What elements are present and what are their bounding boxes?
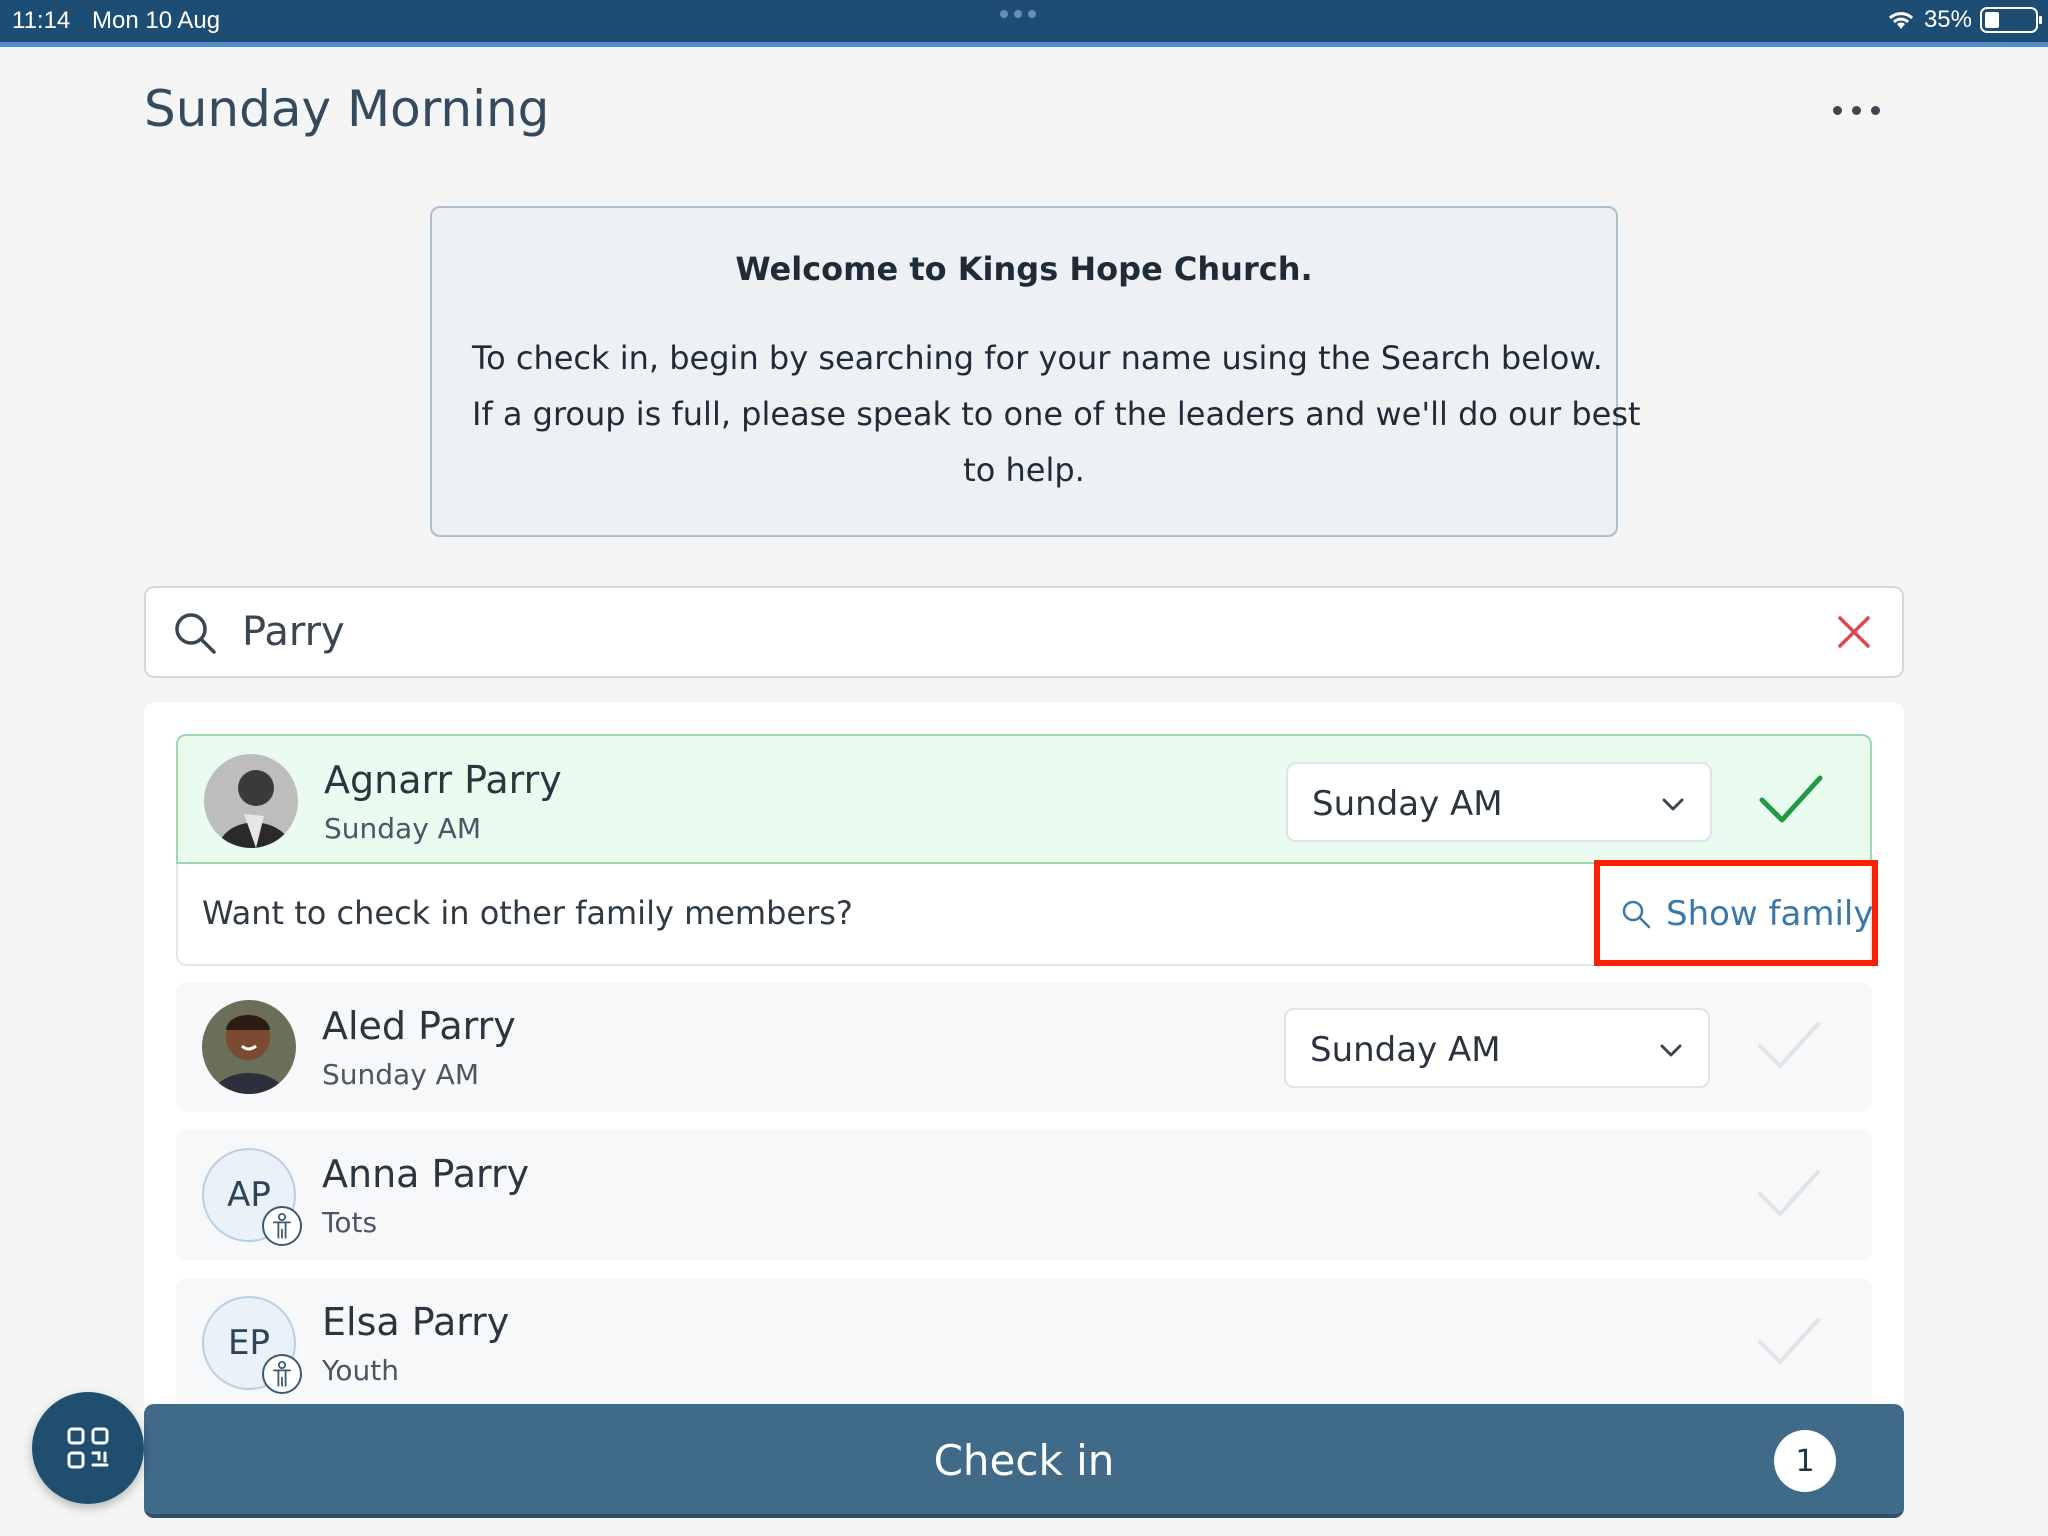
welcome-line: To check in, begin by searching for your…: [472, 339, 1603, 377]
qr-scan-button[interactable]: [32, 1392, 144, 1504]
battery-percent: 35%: [1923, 6, 1972, 33]
welcome-line: to help.: [963, 451, 1085, 489]
person-name: Elsa Parry: [322, 1300, 510, 1344]
person-row-anna-parry[interactable]: AP Anna Parry Tots: [176, 1130, 1872, 1260]
group-select-value: Sunday AM: [1312, 784, 1503, 824]
chevron-down-icon: [1662, 798, 1684, 811]
status-time: 11:14: [12, 7, 71, 34]
check-icon[interactable]: [1758, 772, 1824, 828]
avatar: AP: [202, 1148, 302, 1246]
group-select[interactable]: Sunday AM: [1284, 1008, 1710, 1088]
person-row-agnarr-parry[interactable]: Agnarr Parry Sunday AM Sunday AM: [176, 734, 1872, 864]
person-name: Anna Parry: [322, 1152, 530, 1196]
welcome-line: If a group is full, please speak to one …: [472, 395, 1641, 433]
person-group: Tots: [322, 1206, 378, 1239]
close-icon[interactable]: [1834, 612, 1874, 652]
check-icon[interactable]: [1756, 1018, 1822, 1074]
person-group: Sunday AM: [322, 1058, 479, 1091]
person-group: Sunday AM: [324, 812, 481, 845]
multitasking-dots-icon[interactable]: [1000, 10, 1036, 18]
status-accent-line: [0, 42, 2048, 47]
person-row-aled-parry[interactable]: Aled Parry Sunday AM Sunday AM: [176, 982, 1872, 1112]
show-family-button[interactable]: Show family: [1594, 860, 1878, 966]
child-icon: [262, 1354, 302, 1394]
avatar: [204, 754, 298, 848]
search-box[interactable]: [144, 586, 1904, 678]
welcome-card: Welcome to Kings Hope Church. To check i…: [430, 206, 1641, 537]
family-prompt-text: Want to check in other family members?: [202, 894, 853, 932]
check-in-button[interactable]: Check in 1: [144, 1404, 1904, 1518]
search-icon: [175, 613, 216, 654]
page-title: Sunday Morning: [144, 80, 550, 138]
person-name: Aled Parry: [322, 1004, 516, 1048]
welcome-body: To check in, begin by searching for your…: [432, 330, 1641, 498]
search-input[interactable]: [242, 602, 1742, 662]
person-name: Agnarr Parry: [324, 758, 562, 802]
results-panel: Agnarr Parry Sunday AM Sunday AM Want to…: [144, 702, 1904, 1462]
welcome-title: Welcome to Kings Hope Church.: [735, 250, 1313, 288]
status-date: Mon 10 Aug: [92, 7, 221, 34]
wifi-icon: [1888, 12, 1913, 29]
check-in-label: Check in: [933, 1436, 1115, 1485]
search-icon: [1622, 900, 1651, 929]
group-select-value: Sunday AM: [1310, 1030, 1501, 1070]
child-icon: [262, 1206, 302, 1246]
battery-icon: [1980, 7, 2042, 33]
more-horizontal-icon: [1832, 105, 1842, 115]
avatar: [202, 1000, 296, 1094]
family-prompt: Want to check in other family members? S…: [176, 860, 1878, 966]
group-select[interactable]: Sunday AM: [1286, 762, 1712, 842]
person-row-elsa-parry[interactable]: EP Elsa Parry Youth: [176, 1278, 1872, 1408]
status-bar: 11:14 Mon 10 Aug 35%: [0, 0, 2048, 42]
avatar: EP: [202, 1296, 302, 1394]
qr-code-icon: [67, 1427, 109, 1469]
check-icon[interactable]: [1756, 1314, 1822, 1370]
avatar-initials: EP: [228, 1323, 270, 1363]
person-group: Youth: [322, 1354, 399, 1387]
check-in-count-badge: 1: [1774, 1430, 1836, 1492]
check-icon[interactable]: [1756, 1166, 1822, 1222]
avatar-initials: AP: [227, 1175, 271, 1215]
show-family-label: Show family: [1666, 894, 1874, 934]
chevron-down-icon: [1660, 1044, 1682, 1057]
more-options-button[interactable]: [1820, 92, 1892, 128]
